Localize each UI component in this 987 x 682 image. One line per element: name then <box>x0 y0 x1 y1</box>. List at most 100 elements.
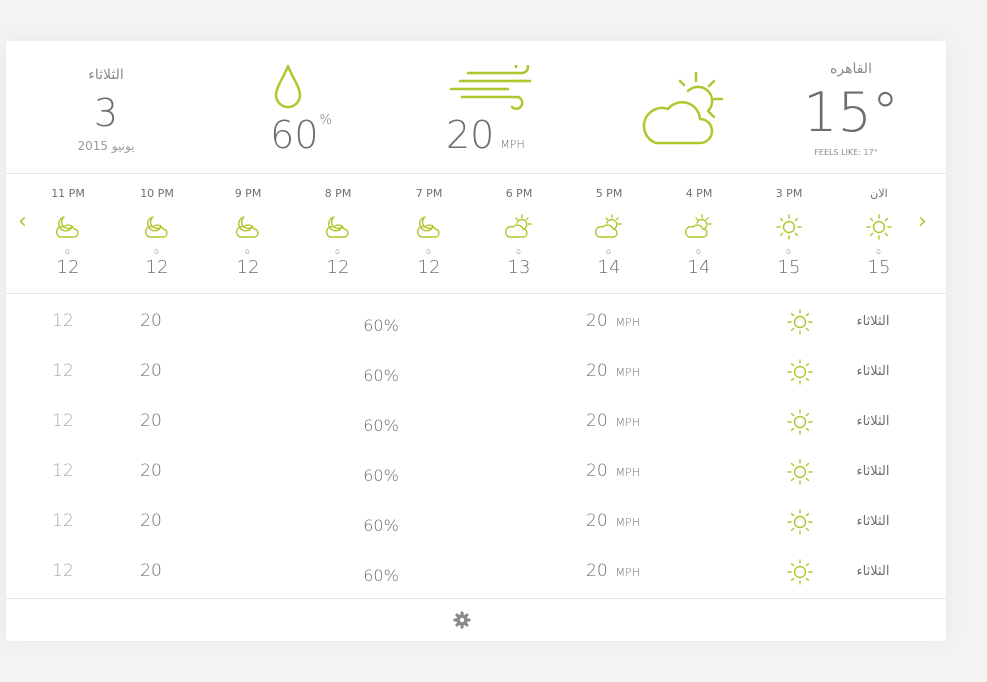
hour-label: الان <box>870 187 888 200</box>
hour-temperature: o 14 <box>679 247 719 278</box>
footer <box>6 598 946 641</box>
wind-speed: 20 MPH <box>586 511 666 531</box>
wind-unit: MPH <box>500 138 525 151</box>
moon-cloud-icon <box>416 216 440 238</box>
high-temperature: 20 <box>140 311 162 331</box>
degree-mark: o <box>606 247 611 256</box>
sun-cloud-icon <box>595 214 622 238</box>
wind-value: 20 <box>586 411 608 431</box>
high-temperature: 20 <box>140 361 162 381</box>
wind-value: 20 <box>586 361 608 381</box>
hour-temperature-value: 14 <box>687 257 711 278</box>
low-temperature: 12 <box>52 561 74 581</box>
degree-mark: o <box>786 247 791 256</box>
wind-speed: 20 MPH <box>586 311 666 331</box>
humidity-value: 60 <box>270 113 319 157</box>
sun-icon <box>787 559 813 585</box>
hour-temperature-value: 12 <box>326 257 350 278</box>
high-temperature: 20 <box>140 461 162 481</box>
wind-speed: 20 MPH <box>586 561 666 581</box>
degree-mark: o <box>245 247 250 256</box>
hour-temperature: o 12 <box>48 247 88 278</box>
wind-speed: 20 MPH <box>586 411 666 431</box>
moon-cloud-icon <box>325 216 349 238</box>
low-temperature: 12 <box>52 461 74 481</box>
low-temperature: 12 <box>52 511 74 531</box>
humidity-display: 60% <box>256 113 346 157</box>
moon-cloud-icon <box>235 216 259 238</box>
current-conditions: الثلاثاء 3 يونيو 2015 60% 20 MPH القاهره… <box>6 41 946 174</box>
sun-icon <box>787 409 813 435</box>
wind-speed: 20 MPH <box>586 361 666 381</box>
degree-mark: o <box>426 247 431 256</box>
hour-temperature-value: 13 <box>507 257 531 278</box>
humidity-value: 60% <box>363 566 399 585</box>
day-name: الثلاثاء <box>856 464 890 479</box>
day-of-week: الثلاثاء <box>88 67 124 83</box>
hour-temperature: o 15 <box>769 247 809 278</box>
humidity-value: 60% <box>363 316 399 335</box>
wind-display: 20 MPH <box>446 113 556 157</box>
hour-temperature: o 12 <box>318 247 358 278</box>
humidity-unit: % <box>319 113 332 128</box>
feels-like: FEELS LIKE: 17° <box>814 148 878 157</box>
gear-icon[interactable] <box>453 611 471 629</box>
wind-value: 20 <box>586 561 608 581</box>
chevron-left-icon[interactable]: ‹ <box>18 209 27 234</box>
day-name: الثلاثاء <box>856 364 890 379</box>
sun-cloud-icon <box>505 214 532 238</box>
sun-icon <box>787 509 813 535</box>
hour-temperature: o 14 <box>589 247 629 278</box>
day-name: الثلاثاء <box>856 414 890 429</box>
daily-forecast: 12 20 60% 20 MPH الثلاثاء 12 20 60% 20 MPH الثلاثاء… <box>6 293 946 599</box>
high-temperature: 20 <box>140 511 162 531</box>
current-temperature: 15° <box>803 81 899 144</box>
moon-cloud-icon <box>144 216 168 238</box>
degree-mark: o <box>154 247 159 256</box>
sun-icon <box>776 214 802 240</box>
low-temperature: 12 <box>52 361 74 381</box>
hour-label: 10 PM <box>140 187 174 200</box>
wind-unit: MPH <box>615 316 641 329</box>
hour-temperature-value: 12 <box>417 257 441 278</box>
day-name: الثلاثاء <box>856 514 890 529</box>
partly-cloudy-icon <box>642 71 724 145</box>
hour-temperature: o 12 <box>409 247 449 278</box>
hour-temperature-value: 15 <box>777 257 801 278</box>
hour-label: 5 PM <box>595 187 623 200</box>
city-name: القاهره <box>830 61 872 77</box>
humidity-value: 60% <box>363 366 399 385</box>
hour-label: 11 PM <box>51 187 85 200</box>
sun-cloud-icon <box>685 214 712 238</box>
hour-temperature-value: 12 <box>145 257 169 278</box>
hour-temperature: o 13 <box>499 247 539 278</box>
wind-value: 20 <box>586 311 608 331</box>
degree-mark: o <box>65 247 70 256</box>
humidity-value: 60% <box>363 416 399 435</box>
chevron-right-icon[interactable]: › <box>918 209 927 234</box>
degree-mark: o <box>335 247 340 256</box>
day-name: الثلاثاء <box>856 314 890 329</box>
wind-unit: MPH <box>615 416 641 429</box>
humidity-value: 60% <box>363 516 399 535</box>
hourly-forecast: ‹ › الان o 15 3 PM o 15 4 PM o 14 5 PM o 14 6 PM o 13 7… <box>6 173 946 294</box>
hour-temperature-value: 12 <box>56 257 80 278</box>
degree-mark: o <box>696 247 701 256</box>
sun-icon <box>866 214 892 240</box>
hour-temperature-value: 14 <box>597 257 621 278</box>
degree-mark: o <box>516 247 521 256</box>
day-name: الثلاثاء <box>856 564 890 579</box>
hour-temperature: o 12 <box>228 247 268 278</box>
humidity-value: 60% <box>363 466 399 485</box>
wind-unit: MPH <box>615 516 641 529</box>
high-temperature: 20 <box>140 411 162 431</box>
day-number: 3 <box>93 91 119 135</box>
moon-cloud-icon <box>55 216 79 238</box>
hour-label: 6 PM <box>505 187 533 200</box>
low-temperature: 12 <box>52 311 74 331</box>
hour-temperature: o 15 <box>859 247 899 278</box>
sun-icon <box>787 309 813 335</box>
wind-icon <box>449 65 532 110</box>
sun-icon <box>787 459 813 485</box>
droplet-icon <box>274 64 302 109</box>
